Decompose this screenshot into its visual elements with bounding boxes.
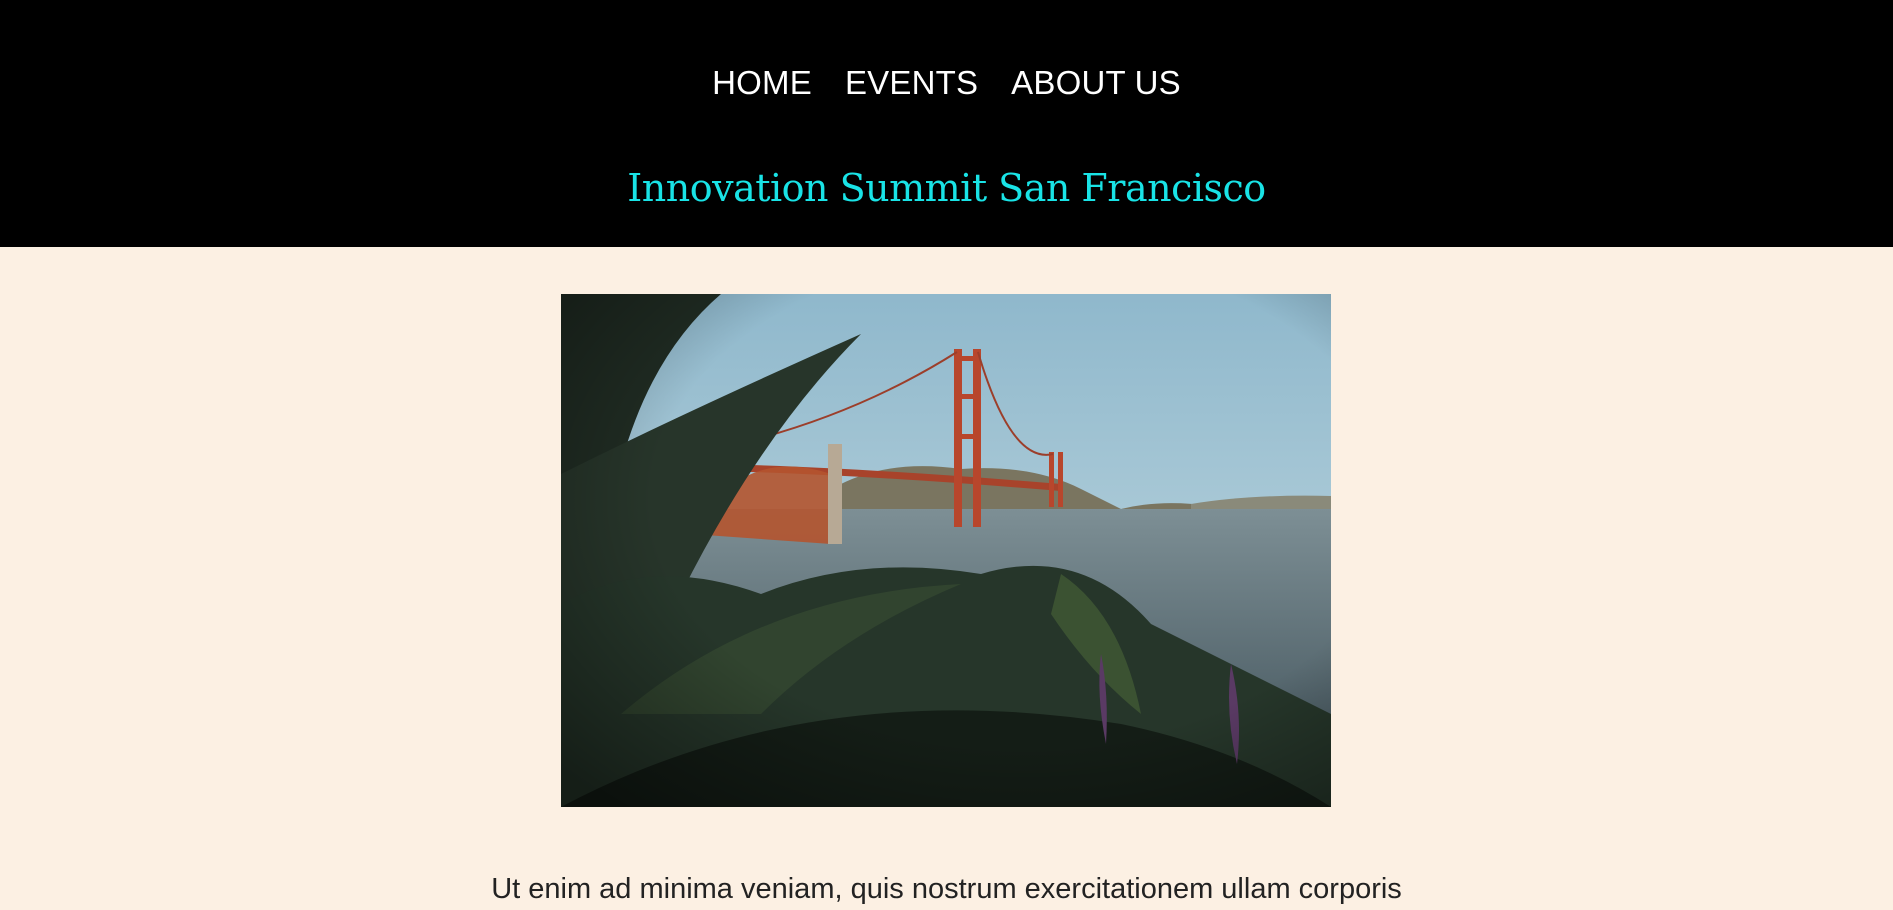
hero-image xyxy=(561,294,1331,807)
main-nav: HOME EVENTS ABOUT US xyxy=(0,58,1893,108)
nav-link-about-us[interactable]: ABOUT US xyxy=(1011,58,1181,108)
intro-paragraph: Ut enim ad minima veniam, quis nostrum e… xyxy=(491,873,1402,905)
page-title: Innovation Summit San Francisco xyxy=(627,166,1266,210)
site-header: HOME EVENTS ABOUT US Innovation Summit S… xyxy=(0,0,1893,247)
nav-link-home[interactable]: HOME xyxy=(712,58,812,108)
nav-link-events[interactable]: EVENTS xyxy=(845,58,978,108)
